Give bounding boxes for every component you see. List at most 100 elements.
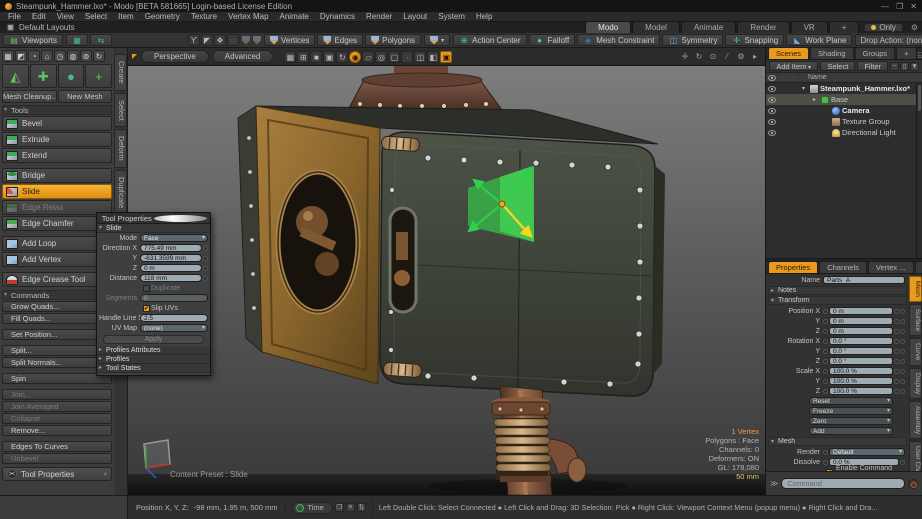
record-macro-icon[interactable] xyxy=(908,479,918,489)
scene-panel-tab[interactable]: Scenes xyxy=(768,47,809,59)
collapsed-section-header[interactable]: Profiles xyxy=(97,355,210,364)
channel-dot-icon[interactable] xyxy=(894,309,899,314)
transform-action-dropdown[interactable]: Reset xyxy=(809,397,893,405)
filter-funnel-icon[interactable]: ▼ xyxy=(910,62,919,71)
layouts-icon[interactable]: ▦ xyxy=(6,23,15,32)
command-button[interactable]: Edges To Curves xyxy=(2,441,112,452)
channel-dot-icon[interactable] xyxy=(203,246,208,251)
ghost-shield-icon[interactable] xyxy=(253,36,261,45)
collapsed-section-header[interactable]: Profiles Attributes xyxy=(97,346,210,355)
uv-overlay-icon[interactable]: ◫ xyxy=(414,51,426,63)
split-view-icon[interactable]: ◧ xyxy=(427,51,439,63)
menu-item[interactable]: Render xyxy=(366,12,392,21)
channel-dot-icon[interactable] xyxy=(823,460,828,465)
zoom-icon[interactable]: ⊙ xyxy=(707,51,719,63)
item-mode-icon[interactable]: ϒ xyxy=(188,34,200,46)
channel-dot-icon[interactable] xyxy=(203,266,208,271)
tool-button[interactable]: Bevel xyxy=(2,116,112,131)
solid-shade-icon[interactable]: ■ xyxy=(310,51,322,63)
tool-button[interactable]: Extend xyxy=(2,148,112,163)
sidebar-vertical-tab[interactable]: Duplicate xyxy=(114,170,127,215)
direction-x-field[interactable]: 775.49 mm xyxy=(140,244,202,252)
visibility-eye-icon[interactable] xyxy=(768,86,776,92)
sculpt-icon[interactable]: ◍ xyxy=(67,50,79,62)
duplicate-checkbox[interactable] xyxy=(143,285,150,292)
menu-item[interactable]: Layout xyxy=(403,12,427,21)
sort-icon[interactable]: ⇅ xyxy=(357,503,366,512)
tool-button[interactable]: Extrude xyxy=(2,132,112,147)
channel-dot-icon[interactable] xyxy=(823,389,828,394)
minimize-button[interactable]: — xyxy=(881,2,889,11)
command-button[interactable]: Unbevel xyxy=(2,453,112,464)
sidebar-vertical-tab[interactable]: Deform xyxy=(114,129,127,168)
menu-item[interactable]: Texture xyxy=(191,12,217,21)
menu-item[interactable]: File xyxy=(8,12,21,21)
channel-dot-icon[interactable] xyxy=(823,319,828,324)
viewport-canvas[interactable] xyxy=(128,66,765,495)
properties-tab[interactable]: Properties xyxy=(768,261,818,273)
command-input[interactable] xyxy=(781,478,905,489)
key-icon[interactable]: ⁄ xyxy=(721,51,733,63)
channel-dot-icon[interactable] xyxy=(823,349,828,354)
tool-button[interactable]: Bridge xyxy=(2,168,112,183)
direction-y-field[interactable]: -631.3599 mm xyxy=(140,254,202,262)
channel-dot-icon[interactable] xyxy=(900,319,905,324)
snapping-button[interactable]: ✛Snapping xyxy=(725,34,784,46)
expand-arrow-icon[interactable]: ▸ xyxy=(813,96,819,103)
scrollbar[interactable] xyxy=(916,83,922,258)
scene-panel-tab[interactable]: Groups xyxy=(855,47,896,59)
transform-value-field[interactable]: 100.0 % xyxy=(829,377,893,385)
texture-shade-icon[interactable]: ▣ xyxy=(323,51,335,63)
command-button[interactable]: Remove... xyxy=(2,425,112,436)
bars-icon[interactable]: ≡ xyxy=(346,503,355,512)
mode-edges[interactable]: Edges xyxy=(317,34,363,46)
time-icon[interactable]: ◷ xyxy=(54,50,66,62)
render-dropdown[interactable]: Default xyxy=(829,448,905,456)
transform-value-field[interactable]: 100.0 % xyxy=(829,367,893,375)
slide-section-header[interactable]: Slide xyxy=(97,224,210,233)
minus-icon[interactable]: − xyxy=(890,62,899,71)
flyout-icon[interactable]: ▸ xyxy=(749,51,761,63)
mode-vertices[interactable]: Vertices xyxy=(264,34,315,46)
layout-tab[interactable]: + xyxy=(829,21,860,33)
channel-dot-icon[interactable] xyxy=(203,276,208,281)
distance-field[interactable]: 118 mm xyxy=(140,274,202,282)
layout-tab[interactable]: VR xyxy=(791,21,828,33)
layout-tab[interactable]: Animate xyxy=(681,21,736,33)
vertex-points-icon[interactable]: ∙ xyxy=(401,51,413,63)
channel-dot-icon[interactable] xyxy=(894,389,899,394)
mirror-icon[interactable]: ◩ xyxy=(15,50,27,62)
transform-action-dropdown[interactable]: Zero xyxy=(809,417,893,425)
channel-dot-icon[interactable] xyxy=(894,319,899,324)
menu-item[interactable]: View xyxy=(57,12,74,21)
channel-dot-icon[interactable] xyxy=(894,329,899,334)
visibility-eye-icon[interactable] xyxy=(768,130,776,136)
menu-item[interactable]: Edit xyxy=(32,12,46,21)
menu-item[interactable]: Vertex Map xyxy=(228,12,268,21)
add-item-dropdown[interactable]: Add Item xyxy=(769,61,818,71)
ghost-shield-icon[interactable] xyxy=(242,36,250,45)
default-layouts-label[interactable]: Default Layouts xyxy=(19,23,75,32)
channel-dot-icon[interactable] xyxy=(894,379,899,384)
transform-value-field[interactable]: 100.0 % xyxy=(829,387,893,395)
channel-dot-icon[interactable] xyxy=(900,349,905,354)
transform-section-header[interactable]: Transform xyxy=(768,296,907,305)
channel-dot-icon[interactable] xyxy=(900,359,905,364)
move-tool-icon[interactable]: ✚ xyxy=(30,64,57,88)
properties-vertical-tab[interactable]: Surface xyxy=(909,304,922,336)
transform-value-field[interactable]: 0 m xyxy=(829,327,893,335)
paint-select-icon[interactable]: ❖ xyxy=(214,34,226,46)
select-button[interactable]: Select xyxy=(820,61,855,71)
reflection-icon[interactable]: ↻ xyxy=(336,51,348,63)
collapsed-section-header[interactable]: Tool States xyxy=(97,364,210,373)
scene-panel-tab[interactable]: Shading xyxy=(810,47,854,59)
channel-dot-icon[interactable] xyxy=(894,369,899,374)
skeleton-icon[interactable]: ⌂ xyxy=(41,50,53,62)
channel-dot-icon[interactable] xyxy=(823,329,828,334)
copy-range-icon[interactable]: ❐ xyxy=(335,503,344,512)
pen-icon[interactable]: ◔ xyxy=(28,50,40,62)
uv-map-dropdown[interactable]: (none) xyxy=(140,324,208,332)
work-plane-button[interactable]: ◣Work Plane xyxy=(786,34,852,46)
command-button[interactable]: Join Averaged xyxy=(2,401,112,412)
menu-item[interactable]: Geometry xyxy=(145,12,180,21)
